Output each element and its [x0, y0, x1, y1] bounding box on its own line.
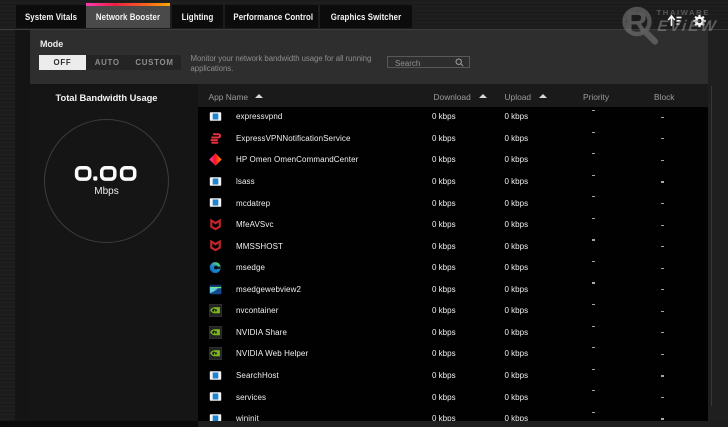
svg-text:THAIWARE: THAIWARE — [657, 8, 710, 17]
svg-text:R: R — [625, 5, 647, 40]
svg-text:EViEW: EViEW — [657, 18, 719, 35]
